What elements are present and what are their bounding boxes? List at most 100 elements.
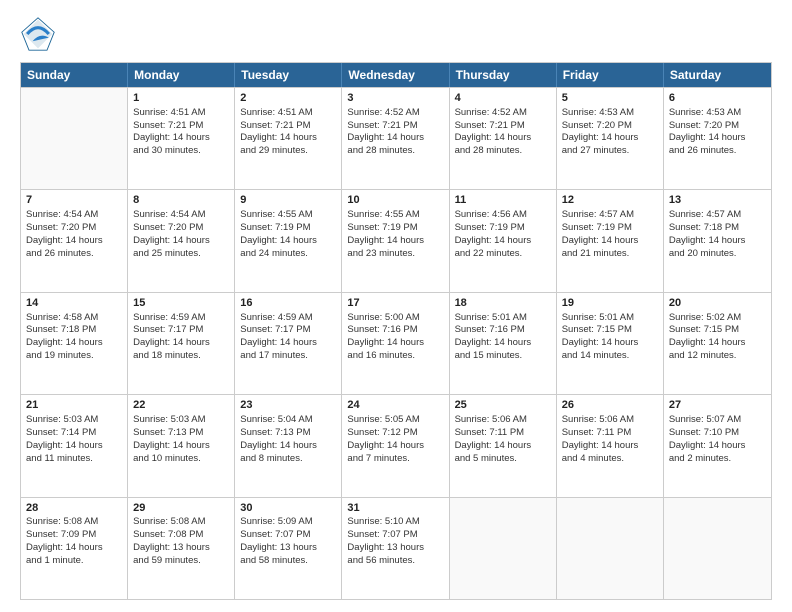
day-info-line: and 29 minutes. [240, 145, 336, 158]
day-info-line: Daylight: 13 hours [240, 542, 336, 555]
day-info-line: Sunrise: 5:01 AM [562, 312, 658, 325]
day-info-line: Daylight: 14 hours [240, 440, 336, 453]
day-info-line: and 27 minutes. [562, 145, 658, 158]
day-number: 6 [669, 91, 766, 106]
day-info-line: and 19 minutes. [26, 350, 122, 363]
day-info-line: Sunset: 7:21 PM [133, 120, 229, 133]
cal-cell: 23Sunrise: 5:04 AMSunset: 7:13 PMDayligh… [235, 395, 342, 496]
day-info-line: Daylight: 14 hours [347, 337, 443, 350]
day-info-line: Sunrise: 4:59 AM [133, 312, 229, 325]
cal-header-day: Saturday [664, 63, 771, 87]
day-number: 19 [562, 296, 658, 311]
logo [20, 16, 62, 52]
cal-cell: 18Sunrise: 5:01 AMSunset: 7:16 PMDayligh… [450, 293, 557, 394]
day-info-line: Sunrise: 4:55 AM [240, 209, 336, 222]
day-info-line: and 14 minutes. [562, 350, 658, 363]
cal-cell: 20Sunrise: 5:02 AMSunset: 7:15 PMDayligh… [664, 293, 771, 394]
day-info-line: Sunset: 7:21 PM [455, 120, 551, 133]
day-info-line: and 5 minutes. [455, 453, 551, 466]
day-number: 31 [347, 501, 443, 516]
cal-cell: 24Sunrise: 5:05 AMSunset: 7:12 PMDayligh… [342, 395, 449, 496]
day-info-line: Sunrise: 5:06 AM [455, 414, 551, 427]
cal-cell: 1Sunrise: 4:51 AMSunset: 7:21 PMDaylight… [128, 88, 235, 189]
day-info-line: Sunset: 7:08 PM [133, 529, 229, 542]
cal-cell: 8Sunrise: 4:54 AMSunset: 7:20 PMDaylight… [128, 190, 235, 291]
day-number: 26 [562, 398, 658, 413]
day-info-line: Sunrise: 5:03 AM [133, 414, 229, 427]
day-info-line: and 20 minutes. [669, 248, 766, 261]
day-info-line: and 17 minutes. [240, 350, 336, 363]
day-info-line: Daylight: 13 hours [347, 542, 443, 555]
day-info-line: Daylight: 14 hours [133, 235, 229, 248]
day-info-line: Sunset: 7:15 PM [562, 324, 658, 337]
day-info-line: Sunset: 7:18 PM [26, 324, 122, 337]
day-info-line: Daylight: 14 hours [562, 440, 658, 453]
calendar-body: 1Sunrise: 4:51 AMSunset: 7:21 PMDaylight… [21, 87, 771, 599]
day-info-line: Sunrise: 4:59 AM [240, 312, 336, 325]
day-info-line: and 2 minutes. [669, 453, 766, 466]
day-info-line: and 28 minutes. [455, 145, 551, 158]
cal-cell: 7Sunrise: 4:54 AMSunset: 7:20 PMDaylight… [21, 190, 128, 291]
day-info-line: Sunrise: 5:01 AM [455, 312, 551, 325]
day-info-line: Sunset: 7:10 PM [669, 427, 766, 440]
cal-cell: 3Sunrise: 4:52 AMSunset: 7:21 PMDaylight… [342, 88, 449, 189]
day-number: 7 [26, 193, 122, 208]
day-info-line: Sunset: 7:18 PM [669, 222, 766, 235]
day-info-line: and 30 minutes. [133, 145, 229, 158]
cal-cell: 31Sunrise: 5:10 AMSunset: 7:07 PMDayligh… [342, 498, 449, 599]
day-info-line: Sunset: 7:16 PM [455, 324, 551, 337]
day-info-line: Daylight: 14 hours [562, 235, 658, 248]
day-info-line: Sunrise: 5:00 AM [347, 312, 443, 325]
day-info-line: Daylight: 14 hours [26, 542, 122, 555]
day-info-line: Daylight: 14 hours [240, 235, 336, 248]
day-info-line: Sunrise: 4:52 AM [455, 107, 551, 120]
day-number: 24 [347, 398, 443, 413]
day-info-line: Sunrise: 4:55 AM [347, 209, 443, 222]
cal-cell [21, 88, 128, 189]
day-info-line: Sunset: 7:20 PM [26, 222, 122, 235]
day-info-line: Daylight: 14 hours [347, 235, 443, 248]
day-info-line: Sunset: 7:13 PM [133, 427, 229, 440]
day-info-line: Sunrise: 4:58 AM [26, 312, 122, 325]
day-info-line: and 26 minutes. [26, 248, 122, 261]
day-number: 28 [26, 501, 122, 516]
day-info-line: Daylight: 14 hours [26, 235, 122, 248]
day-info-line: Daylight: 14 hours [133, 337, 229, 350]
cal-cell [664, 498, 771, 599]
day-info-line: and 24 minutes. [240, 248, 336, 261]
cal-week-row: 28Sunrise: 5:08 AMSunset: 7:09 PMDayligh… [21, 497, 771, 599]
cal-cell: 13Sunrise: 4:57 AMSunset: 7:18 PMDayligh… [664, 190, 771, 291]
calendar-header: SundayMondayTuesdayWednesdayThursdayFrid… [21, 63, 771, 87]
day-info-line: and 22 minutes. [455, 248, 551, 261]
calendar: SundayMondayTuesdayWednesdayThursdayFrid… [20, 62, 772, 600]
day-number: 16 [240, 296, 336, 311]
day-info-line: and 26 minutes. [669, 145, 766, 158]
cal-cell: 19Sunrise: 5:01 AMSunset: 7:15 PMDayligh… [557, 293, 664, 394]
day-info-line: and 4 minutes. [562, 453, 658, 466]
cal-cell: 17Sunrise: 5:00 AMSunset: 7:16 PMDayligh… [342, 293, 449, 394]
day-info-line: and 8 minutes. [240, 453, 336, 466]
day-info-line: Sunrise: 5:04 AM [240, 414, 336, 427]
day-number: 29 [133, 501, 229, 516]
cal-cell [450, 498, 557, 599]
day-info-line: Sunset: 7:09 PM [26, 529, 122, 542]
cal-cell [557, 498, 664, 599]
day-number: 18 [455, 296, 551, 311]
page: SundayMondayTuesdayWednesdayThursdayFrid… [0, 0, 792, 612]
day-number: 15 [133, 296, 229, 311]
day-number: 30 [240, 501, 336, 516]
day-info-line: Daylight: 14 hours [240, 132, 336, 145]
day-info-line: Daylight: 14 hours [240, 337, 336, 350]
day-info-line: and 21 minutes. [562, 248, 658, 261]
cal-header-day: Wednesday [342, 63, 449, 87]
day-info-line: Daylight: 14 hours [133, 440, 229, 453]
day-info-line: and 28 minutes. [347, 145, 443, 158]
day-info-line: Sunset: 7:07 PM [347, 529, 443, 542]
day-info-line: Daylight: 14 hours [455, 132, 551, 145]
day-info-line: and 58 minutes. [240, 555, 336, 568]
day-info-line: Sunset: 7:19 PM [562, 222, 658, 235]
day-info-line: Sunset: 7:19 PM [347, 222, 443, 235]
day-info-line: and 7 minutes. [347, 453, 443, 466]
day-info-line: Sunrise: 5:08 AM [26, 516, 122, 529]
day-number: 25 [455, 398, 551, 413]
